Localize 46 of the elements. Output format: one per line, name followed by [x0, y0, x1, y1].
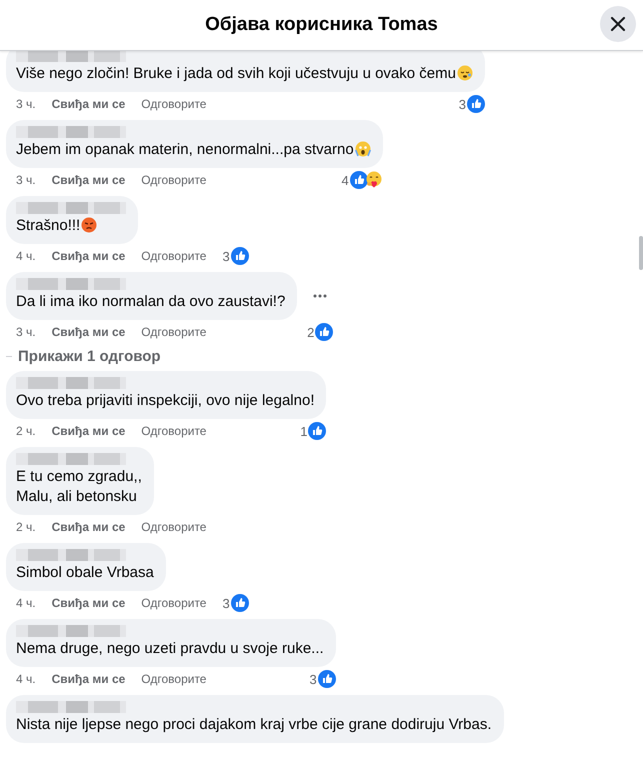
comment-text: Ovo treba prijaviti inspekciji, ovo nije legalno!: [16, 392, 314, 409]
show-replies-link[interactable]: Прикажи 1 одговор: [18, 348, 161, 365]
reaction-count: 3: [309, 672, 317, 686]
reaction-count: 4: [341, 172, 349, 188]
close-icon: [610, 16, 626, 32]
reply-link[interactable]: Одговорите: [141, 97, 206, 111]
dialog-title: Објава корисника Tomas: [205, 14, 438, 36]
like-link[interactable]: Свиђа ми се: [52, 596, 126, 610]
comment-time: 4 ч.: [16, 672, 36, 686]
comment-time: 4 ч.: [16, 249, 36, 263]
reaction-count: 3: [458, 96, 466, 112]
comment-text: Više nego zločin! Bruke i jada od svih koji učestvuju u ovako čemu: [16, 65, 456, 82]
reply-link[interactable]: Одговорите: [141, 596, 206, 610]
comment-text: Simbol obale Vrbasa: [16, 564, 154, 581]
like-link[interactable]: Свиђа ми се: [52, 97, 126, 111]
comment-text: Jebem im opanak materin, nenormalni...pa stvarno: [16, 141, 354, 158]
like-link[interactable]: Свиђа ми се: [52, 520, 126, 534]
reaction-count: 3: [222, 596, 230, 610]
like-link[interactable]: Свиђа ми се: [52, 424, 126, 438]
more-icon: [313, 294, 328, 298]
like-link[interactable]: Свиђа ми се: [52, 325, 126, 339]
comment-text: Nista nije ljepse nego proci dajakom kraj vrbe cije grane dodiruju Vrbas.: [16, 716, 492, 733]
reply-link[interactable]: Одговорите: [141, 424, 206, 438]
comment-time: 3 ч.: [16, 97, 36, 111]
reply-link[interactable]: Одговорите: [141, 520, 206, 534]
like-link[interactable]: Свиђа ми се: [52, 249, 126, 263]
comment-time: 2 ч.: [16, 520, 36, 534]
reply-link[interactable]: Одговорите: [141, 325, 206, 339]
reply-link[interactable]: Одговорите: [141, 173, 206, 187]
comment-text: Nema druge, nego uzeti pravdu u svoje ruke...: [16, 640, 324, 657]
reply-link[interactable]: Одговорите: [141, 672, 206, 686]
reaction-count: 2: [307, 324, 314, 340]
comment-text: E tu cemo zgradu,, Malu, ali betonsku: [16, 468, 142, 505]
close-button[interactable]: [600, 6, 636, 42]
like-link[interactable]: Свиђа ми се: [52, 672, 126, 686]
reaction-count: 3: [222, 248, 230, 264]
reply-link[interactable]: Одговорите: [141, 249, 206, 263]
reaction-count: 1: [300, 424, 308, 438]
comment-text: Da li ima iko normalan da ovo zaustavi!?: [16, 293, 286, 310]
scrollbar-thumb[interactable]: [639, 236, 643, 270]
comment-time: 3 ч.: [16, 325, 36, 339]
like-link[interactable]: Свиђа ми се: [52, 173, 126, 187]
comment-time: 2 ч.: [16, 424, 36, 438]
comment-text: Strašno!!!: [16, 217, 80, 234]
comment-time: 4 ч.: [16, 596, 36, 610]
comment-time: 3 ч.: [16, 173, 36, 187]
